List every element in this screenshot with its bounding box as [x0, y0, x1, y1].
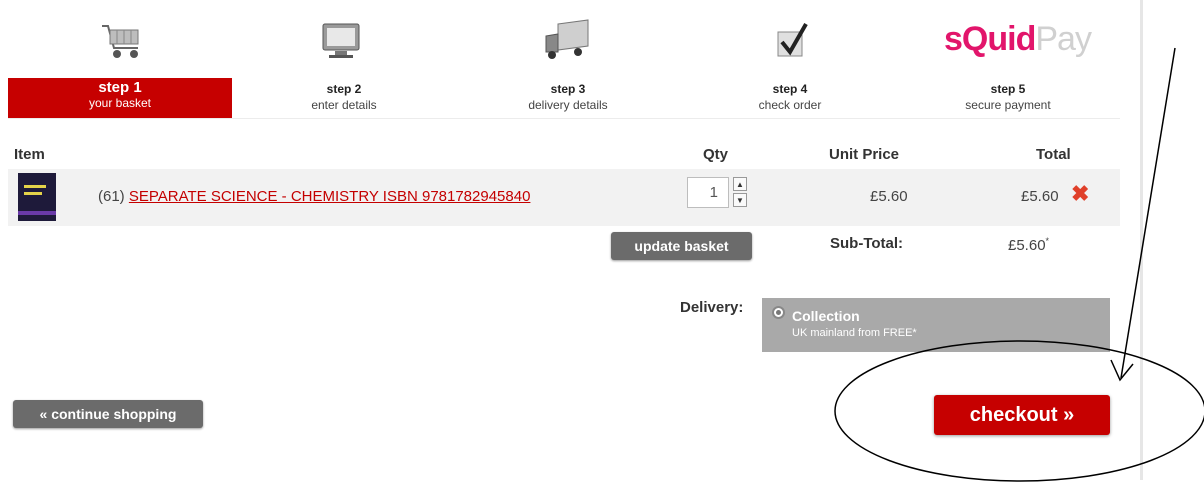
- subtotal-label: Sub-Total:: [830, 235, 904, 252]
- product-thumbnail: [18, 173, 56, 221]
- qty-increase-button[interactable]: ▲: [733, 177, 747, 191]
- squidpay-logo: sQuidPay: [944, 20, 1092, 58]
- step-your-basket: step 1 your basket: [8, 78, 232, 118]
- item-description: (61) SEPARATE SCIENCE - CHEMISTRY ISBN 9…: [98, 188, 530, 205]
- update-basket-button[interactable]: update basket: [611, 232, 752, 260]
- checkout-button[interactable]: checkout »: [934, 395, 1110, 435]
- quantity-input[interactable]: 1: [687, 177, 729, 208]
- scrollbar[interactable]: [1140, 0, 1143, 480]
- monitor-icon: [311, 18, 371, 62]
- step-delivery-details: step 3 delivery details: [528, 82, 608, 112]
- step-check-order: step 4 check order: [758, 82, 822, 112]
- header-total: Total: [1036, 146, 1071, 163]
- step-secure-payment: step 5 secure payment: [965, 82, 1051, 112]
- header-qty: Qty: [703, 146, 729, 163]
- delivery-label: Delivery:: [680, 299, 744, 316]
- row-total: £5.60: [1021, 188, 1059, 205]
- table-row: (61) SEPARATE SCIENCE - CHEMISTRY ISBN 9…: [8, 169, 1120, 226]
- unit-price: £5.60: [870, 188, 908, 205]
- checkout-steps: step 1 your basket step 2 enter details …: [8, 78, 1120, 119]
- delivery-truck-icon: [538, 18, 598, 62]
- delivery-option-collection[interactable]: Collection UK mainland from FREE*: [762, 298, 1110, 352]
- item-code: (61): [98, 188, 125, 205]
- step-enter-details: step 2 enter details: [311, 82, 377, 112]
- delivery-option-title: Collection: [792, 308, 860, 324]
- checkmark-icon: [762, 18, 822, 62]
- qty-decrease-button[interactable]: ▼: [733, 193, 747, 207]
- subtotal-value: £5.60*: [1008, 236, 1050, 254]
- checkout-page: sQuidPay step 1 your basket step 2 enter…: [0, 0, 1140, 486]
- continue-shopping-button[interactable]: « continue shopping: [13, 400, 203, 428]
- header-item: Item: [14, 146, 45, 163]
- delivery-option-subtitle: UK mainland from FREE*: [792, 327, 917, 339]
- basket-icon: [90, 18, 150, 62]
- header-unit-price: Unit Price: [829, 146, 900, 163]
- remove-icon[interactable]: ✖: [1071, 183, 1089, 205]
- product-link[interactable]: SEPARATE SCIENCE - CHEMISTRY ISBN 978178…: [129, 188, 531, 205]
- collection-radio[interactable]: [772, 306, 785, 319]
